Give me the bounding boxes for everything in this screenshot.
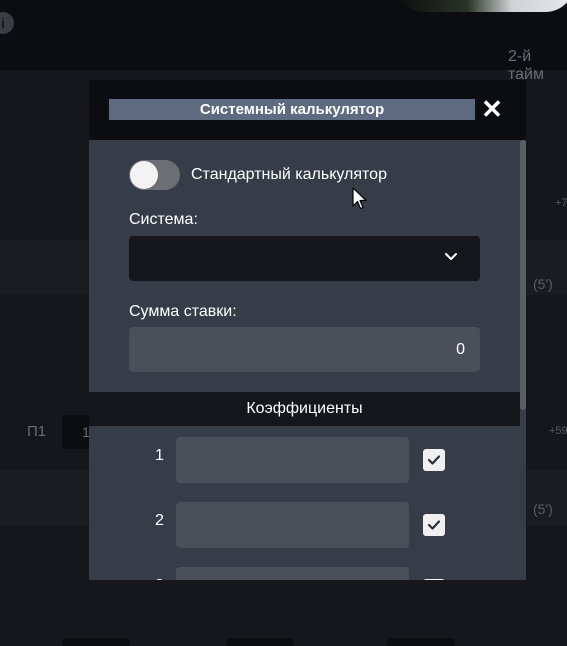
coefficient-input[interactable] xyxy=(176,502,409,548)
mouse-cursor-icon xyxy=(352,187,367,210)
background-minutes: (5') xyxy=(533,501,553,517)
standard-calculator-toggle[interactable] xyxy=(129,160,180,190)
background-banner-image xyxy=(395,0,567,12)
background-odds-change: +59 xyxy=(549,425,567,437)
system-select[interactable] xyxy=(129,236,480,281)
coefficient-input[interactable] xyxy=(176,437,409,483)
background-bottom-button xyxy=(387,638,455,646)
toggle-label: Стандартный калькулятор xyxy=(191,166,387,183)
coefficient-checkbox[interactable] xyxy=(423,514,445,536)
coefficient-index: 2 xyxy=(155,512,164,529)
coefficient-index: 1 xyxy=(155,447,164,464)
checkmark-icon xyxy=(427,455,441,465)
close-button[interactable]: ✕ xyxy=(481,96,503,122)
modal-title: Системный калькулятор xyxy=(109,99,475,120)
coefficient-checkbox[interactable] xyxy=(423,579,445,580)
toggle-knob xyxy=(130,161,158,189)
background-odds-cell: 1 xyxy=(62,415,90,449)
background-odds-change: +7 xyxy=(555,197,567,209)
coefficient-index: 3 xyxy=(155,577,164,580)
coefficients-header: Коэффициенты xyxy=(89,392,520,426)
checkmark-icon xyxy=(427,520,441,530)
coefficient-input[interactable] xyxy=(176,567,409,580)
system-label: Система: xyxy=(129,211,198,228)
modal-header: Системный калькулятор ✕ xyxy=(89,80,526,140)
modal-scrollbar[interactable] xyxy=(520,140,526,410)
background-bottom-button xyxy=(226,638,294,646)
stake-input[interactable]: 0 xyxy=(129,327,480,372)
background-bottom-button xyxy=(62,638,130,646)
coefficient-row: 2 xyxy=(89,502,526,548)
coefficient-checkbox[interactable] xyxy=(423,449,445,471)
coefficient-row: 1 xyxy=(89,437,526,483)
chevron-down-icon xyxy=(445,253,457,260)
system-calculator-modal: Системный калькулятор ✕ Стандартный каль… xyxy=(89,80,526,580)
background-row-label: П1 xyxy=(27,423,47,440)
background-minutes: (5') xyxy=(533,276,553,292)
background-tab-second-half: 2-й тайм xyxy=(508,48,544,83)
stake-label: Сумма ставки: xyxy=(129,303,237,320)
coefficient-row: 3 xyxy=(89,567,526,580)
